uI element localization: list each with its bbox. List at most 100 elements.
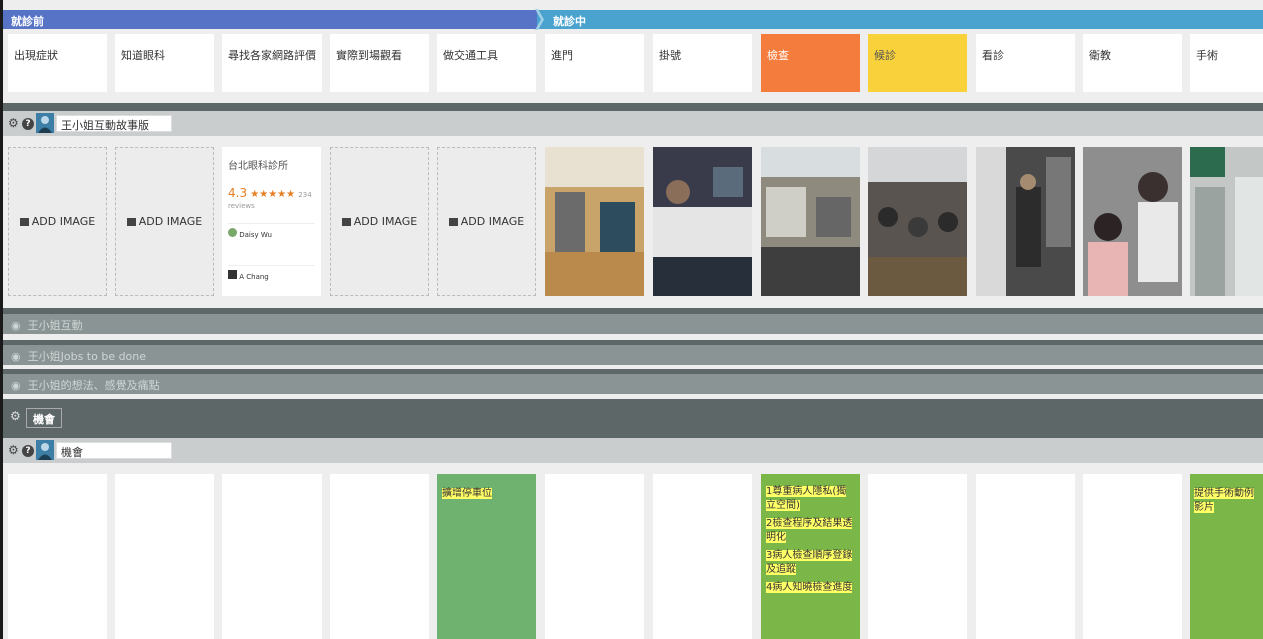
lane-title: 機會 — [33, 413, 55, 426]
stage-card-highlight[interactable]: 候診 — [868, 34, 967, 92]
sticky-note[interactable]: 1尊重病人隱私(獨立空間) — [766, 486, 847, 511]
lane-header-dark — [3, 399, 1263, 438]
sticky-note[interactable]: 2檢查程序及結果透明化 — [766, 518, 853, 543]
stage-label: 檢查 — [767, 49, 789, 62]
photo-exam-room[interactable] — [761, 147, 860, 296]
stage-label: 出現症狀 — [14, 49, 58, 62]
collapsed-lane[interactable]: ◉ 王小姐Jobs to be done — [3, 345, 1263, 365]
stage-card[interactable]: 出現症狀 — [8, 34, 107, 92]
stage-label: 衛教 — [1089, 49, 1111, 62]
lane-header — [3, 438, 1263, 463]
stage-label: 進門 — [551, 49, 573, 62]
add-image-label: ADD IMAGE — [31, 215, 96, 228]
phase-label: 就診中 — [553, 15, 586, 28]
sticky-note[interactable]: 3病人檢查順序登錄及追蹤 — [766, 550, 853, 575]
sticky-note[interactable]: 提供手術動例影片 — [1194, 488, 1254, 513]
gear-icon[interactable]: ⚙ — [8, 116, 19, 130]
photo-doctor-visit[interactable] — [976, 147, 1075, 296]
phase-during-visit[interactable]: 就診中 — [535, 9, 1263, 30]
note-card[interactable] — [222, 474, 322, 639]
lane-name-text: 王小姐互動故事版 — [61, 119, 149, 132]
lane-name-text: 機會 — [61, 446, 83, 459]
note-card[interactable] — [976, 474, 1075, 639]
photo-waiting-room[interactable] — [868, 147, 967, 296]
image-icon — [126, 217, 136, 226]
stage-card[interactable]: 手術 — [1190, 34, 1263, 92]
stage-card[interactable]: 尋找各家網路評價 — [222, 34, 322, 92]
stage-label: 候診 — [874, 49, 896, 62]
phase-label: 就診前 — [11, 15, 44, 28]
note-card[interactable] — [1083, 474, 1182, 639]
note-card[interactable] — [868, 474, 967, 639]
note-card-filled[interactable]: 提供手術動例影片 — [1190, 474, 1263, 639]
avatar-icon[interactable] — [36, 440, 54, 460]
photo-health-education[interactable] — [1083, 147, 1182, 296]
note-card-filled[interactable]: 擴增停車位 — [437, 474, 536, 639]
add-image-card[interactable]: ADD IMAGE — [115, 147, 214, 296]
photo-registration[interactable] — [653, 147, 752, 296]
stage-label: 手術 — [1196, 49, 1218, 62]
lane-divider — [3, 103, 1263, 111]
stage-card[interactable]: 衛教 — [1083, 34, 1182, 92]
note-card[interactable] — [115, 474, 214, 639]
sticky-note[interactable]: 4病人知曉檢查進度 — [766, 582, 853, 593]
avatar-icon[interactable] — [36, 113, 54, 133]
stage-card[interactable]: 看診 — [976, 34, 1075, 92]
stage-label: 看診 — [982, 49, 1004, 62]
eye-icon[interactable]: ◉ — [11, 350, 21, 363]
reviewer-name: Daisy Wu — [239, 231, 272, 239]
stage-label: 做交通工具 — [443, 49, 498, 62]
stage-label: 知道眼科 — [121, 49, 165, 62]
image-icon — [19, 217, 29, 226]
note-card[interactable] — [653, 474, 752, 639]
clinic-name: 台北眼科診所 — [228, 161, 288, 172]
gear-icon[interactable]: ⚙ — [8, 443, 19, 457]
collapsed-lane[interactable]: ◉ 王小姐互動 — [3, 314, 1263, 334]
stage-card[interactable]: 實際到場觀看 — [330, 34, 429, 92]
stage-label: 實際到場觀看 — [336, 49, 402, 62]
add-image-card[interactable]: ADD IMAGE — [330, 147, 429, 296]
lane-label: 王小姐Jobs to be done — [27, 350, 147, 363]
stage-label: 尋找各家網路評價 — [228, 49, 316, 62]
stage-card[interactable]: 知道眼科 — [115, 34, 214, 92]
add-image-card[interactable]: ADD IMAGE — [8, 147, 107, 296]
note-card[interactable] — [8, 474, 107, 639]
eye-icon[interactable]: ◉ — [11, 379, 21, 392]
lane-name-input[interactable]: 機會 — [56, 442, 172, 459]
collapsed-lane[interactable]: ◉ 王小姐的想法、感覺及痛點 — [3, 374, 1263, 394]
sticky-note[interactable]: 擴增停車位 — [442, 488, 492, 499]
info-icon[interactable]: ? — [22, 118, 34, 130]
stage-card-highlight[interactable]: 檢查 — [761, 34, 860, 92]
eye-icon[interactable]: ◉ — [11, 319, 21, 332]
reviewer-name: A Chang — [239, 273, 269, 281]
photo-surgery-room[interactable] — [1190, 147, 1263, 296]
reviewer-avatar — [228, 228, 237, 237]
lane-header — [3, 111, 1263, 136]
review-card[interactable]: 台北眼科診所 4.3 ★★★★★ 234 reviews Daisy Wu A … — [222, 147, 321, 296]
stage-card[interactable]: 做交通工具 — [437, 34, 536, 92]
lane-title-box[interactable]: 機會 — [26, 408, 62, 428]
image-icon — [448, 217, 458, 226]
add-image-card[interactable]: ADD IMAGE — [437, 147, 536, 296]
add-image-label: ADD IMAGE — [353, 215, 418, 228]
stage-label: 掛號 — [659, 49, 681, 62]
note-card[interactable] — [330, 474, 429, 639]
photo-clinic-entrance[interactable] — [545, 147, 644, 296]
add-image-label: ADD IMAGE — [138, 215, 203, 228]
note-card[interactable] — [545, 474, 644, 639]
chevron-right-icon — [535, 9, 544, 30]
rating-value: 4.3 — [228, 186, 248, 200]
note-card-filled[interactable]: 1尊重病人隱私(獨立空間) 2檢查程序及結果透明化 3病人檢查順序登錄及追蹤 4… — [761, 474, 860, 639]
reviewer-avatar — [228, 270, 237, 279]
rating-stars: ★★★★★ — [250, 189, 296, 200]
lane-label: 王小姐互動 — [27, 319, 83, 332]
stage-card[interactable]: 掛號 — [653, 34, 752, 92]
add-image-label: ADD IMAGE — [460, 215, 525, 228]
image-icon — [341, 217, 351, 226]
info-icon[interactable]: ? — [22, 445, 34, 457]
phase-before-visit[interactable]: 就診前 — [3, 10, 540, 29]
gear-icon[interactable]: ⚙ — [10, 409, 21, 423]
lane-label: 王小姐的想法、感覺及痛點 — [27, 379, 160, 392]
stage-card[interactable]: 進門 — [545, 34, 644, 92]
lane-name-input[interactable]: 王小姐互動故事版 — [56, 115, 172, 132]
